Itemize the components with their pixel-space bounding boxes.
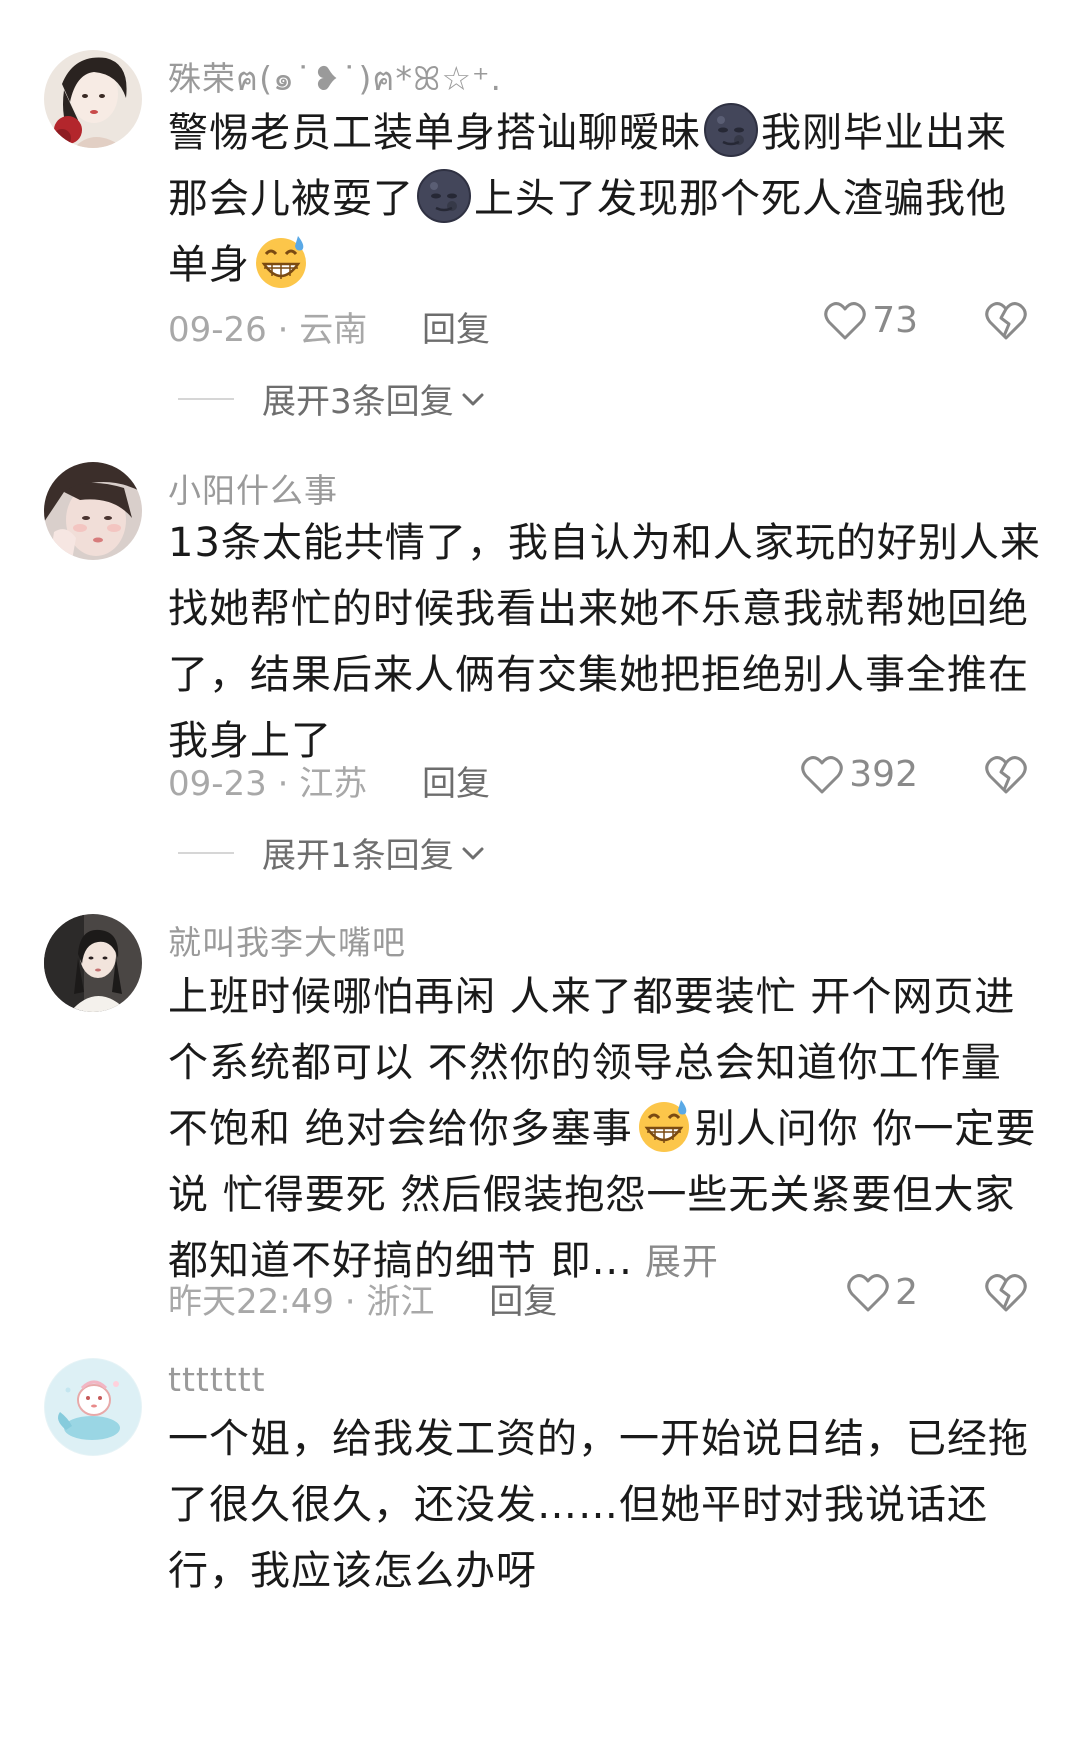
comment-location: 云南 [299,310,368,350]
comment-line: 警惕老员工装单身搭讪聊暧昧 我刚毕业出来 [168,100,1038,166]
comment-line: 找她帮忙的时候我看出来她不乐意我就帮她回绝 [168,586,1029,632]
comment-date: 昨天22:49 [168,1282,334,1322]
comment-text: 上班时候哪怕再闲 人来了都要装忙 开个网页进 个系统都可以 不然你的领导总会知道… [168,964,1038,1294]
divider [178,851,234,854]
meta-separator: · [277,310,289,350]
comment-text: 13条太能共情了，我自认为和人家玩的好别人来 找她帮忙的时候我看出来她不乐意我就… [168,510,1041,774]
username[interactable]: 殊荣ฅ(๑˙❥˙)ฅ*ꕤ☆⁺. [168,52,502,105]
like-count: 73 [872,300,918,341]
new-moon-face-emoji [704,103,758,157]
like-count: 2 [895,1272,918,1313]
reply-button[interactable]: 回复 [422,764,490,804]
expand-replies-button[interactable]: 展开3条回复 [178,374,486,423]
like-button[interactable]: 73 [824,300,918,341]
comment-meta: 09-26 · 云南 回复 [168,302,490,351]
comment-line: 那会儿被耍了 上头了发现那个死人渣骗我他 [168,166,1038,232]
reply-button[interactable]: 回复 [422,310,490,350]
comment-line: 个系统都可以 不然你的领导总会知道你工作量 [168,1040,1002,1086]
comment-line: 单身 [168,232,1038,298]
divider [178,397,234,400]
like-button[interactable]: 392 [801,754,918,795]
comment-text: 一个姐，给我发工资的，一开始说日结，已经拖 了很久很久，还没发……但她平时对我说… [168,1406,1038,1604]
comment-line: 不饱和 绝对会给你多塞事 别人问你 你一定要 [168,1096,1038,1162]
username[interactable]: ttttttt [168,1360,266,1399]
new-moon-face-emoji [417,169,471,223]
meta-separator: · [277,764,289,804]
comment-line: 13条太能共情了，我自认为和人家玩的好别人来 [168,520,1041,566]
comment-location: 江苏 [299,764,368,804]
avatar[interactable] [44,50,142,148]
avatar[interactable] [44,462,142,560]
expand-text-button[interactable]: 展开 [645,1242,719,1283]
reply-button[interactable]: 回复 [489,1282,557,1322]
comment-line: 了很久很久，还没发……但她平时对我说话还 [168,1482,988,1528]
comment-line: 了，结果后来人俩有交集她把拒绝别人事全推在 [168,652,1029,698]
chevron-down-icon [462,847,484,859]
chevron-down-icon [462,393,484,405]
grinning-sweat-emoji [256,236,306,288]
broken-heart-icon[interactable] [984,298,1028,342]
avatar[interactable] [44,914,142,1012]
comment-meta: 昨天22:49 · 浙江 回复 [168,1274,557,1323]
grinning-sweat-emoji [638,1100,689,1152]
broken-heart-icon[interactable] [984,1270,1028,1314]
expand-replies-label: 展开1条回复 [262,836,454,876]
broken-heart-icon[interactable] [984,752,1028,796]
like-button[interactable]: 2 [847,1272,918,1313]
username[interactable]: 小阳什么事 [168,464,338,512]
comment-location: 浙江 [366,1282,435,1322]
heart-outline-icon [824,301,866,339]
like-count: 392 [849,754,918,795]
comment-line: 一个姐，给我发工资的，一开始说日结，已经拖 [168,1416,1029,1462]
comment-line: 说 忙得要死 然后假装抱怨一些无关紧要但大家 [168,1172,1016,1218]
comment-date: 09-23 [168,764,267,804]
meta-separator: · [344,1282,356,1322]
avatar[interactable] [44,1358,142,1456]
comment-line: 上班时候哪怕再闲 人来了都要装忙 开个网页进 [168,974,1016,1020]
expand-replies-label: 展开3条回复 [262,382,454,422]
heart-outline-icon [847,1273,889,1311]
comment-meta: 09-23 · 江苏 回复 [168,756,490,805]
expand-replies-button[interactable]: 展开1条回复 [178,828,486,877]
heart-outline-icon [801,755,844,793]
username[interactable]: 就叫我李大嘴吧 [168,916,406,964]
comment-text: 警惕老员工装单身搭讪聊暧昧 我刚毕业出来 那会儿被耍了 上头了发现那个死人渣骗我他 … [168,100,1038,298]
comment-date: 09-26 [168,310,267,350]
comment-line: 行，我应该怎么办呀 [168,1548,537,1594]
